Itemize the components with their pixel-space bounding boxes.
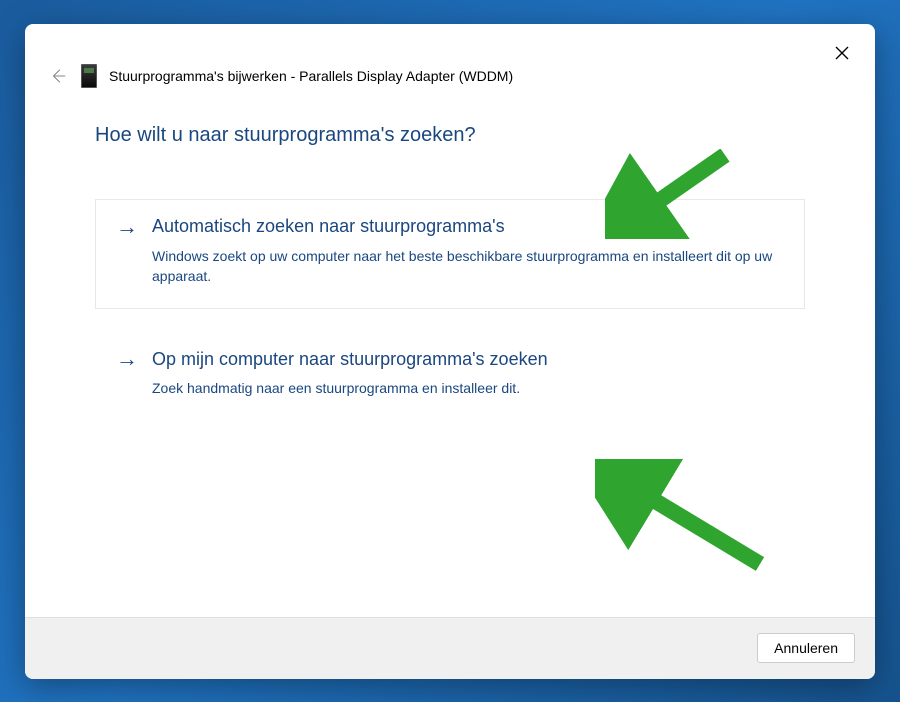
cancel-button[interactable]: Annuleren — [757, 633, 855, 663]
annotation-arrow-2 — [595, 459, 770, 574]
option-manual-search[interactable]: → Op mijn computer naar stuurprogramma's… — [95, 331, 805, 421]
update-drivers-dialog: Stuurprogramma's bijwerken - Parallels D… — [25, 24, 875, 679]
dialog-footer: Annuleren — [25, 617, 875, 679]
option-auto-title: Automatisch zoeken naar stuurprogramma's — [152, 216, 505, 237]
dialog-header: Stuurprogramma's bijwerken - Parallels D… — [25, 24, 875, 94]
back-arrow-icon — [49, 67, 67, 85]
right-arrow-icon: → — [116, 216, 138, 238]
right-arrow-icon: → — [116, 348, 138, 370]
option-manual-desc: Zoek handmatig naar een stuurprogramma e… — [116, 378, 784, 398]
option-auto-desc: Windows zoekt op uw computer naar het be… — [116, 246, 784, 287]
back-button[interactable] — [47, 65, 69, 87]
close-button[interactable] — [827, 38, 857, 68]
display-adapter-icon — [81, 64, 97, 88]
close-icon — [835, 46, 849, 60]
option-manual-title: Op mijn computer naar stuurprogramma's z… — [152, 349, 548, 370]
dialog-title: Stuurprogramma's bijwerken - Parallels D… — [109, 68, 513, 84]
annotation-arrow-1 — [605, 149, 735, 239]
search-question: Hoe wilt u naar stuurprogramma's zoeken? — [95, 124, 805, 147]
